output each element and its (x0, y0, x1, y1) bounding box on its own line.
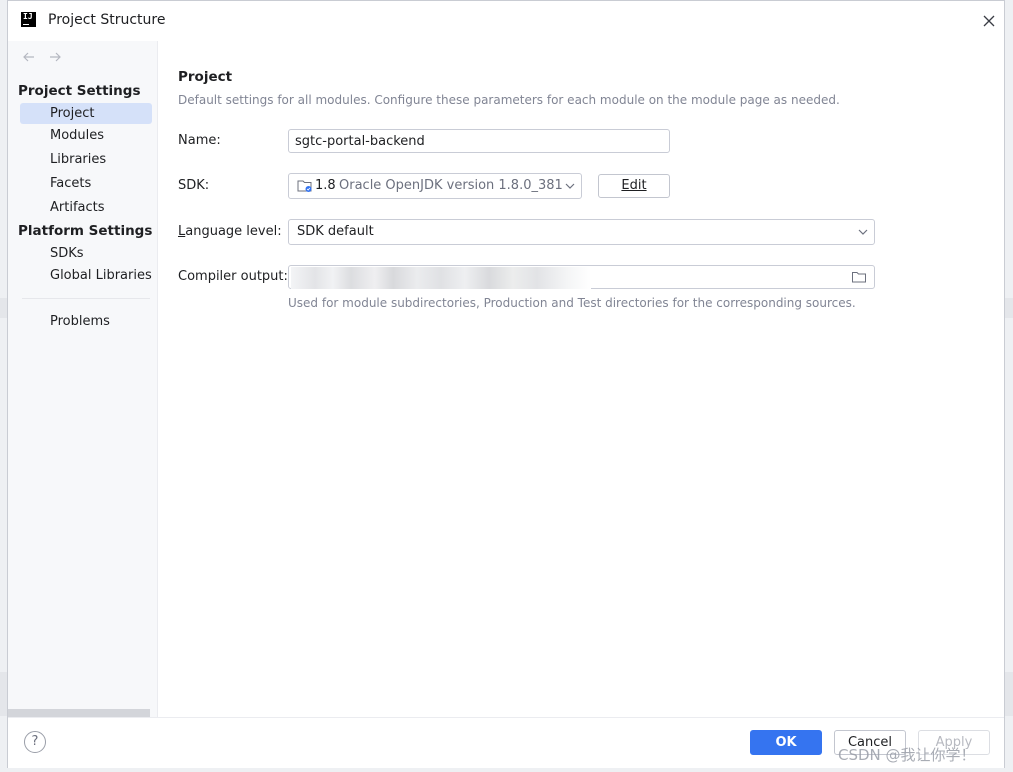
sdk-dropdown[interactable]: 1.8 Oracle OpenJDK version 1.8.0_381 (288, 173, 582, 199)
sidebar-divider (22, 298, 150, 299)
language-level-label: Language level: (178, 224, 282, 239)
sidebar-horizontal-scrollbar[interactable] (8, 709, 150, 717)
chevron-down-icon (565, 183, 575, 189)
project-structure-dialog: IJ Project Structure Project Settings Pr… (7, 0, 1005, 768)
sidebar-item-problems[interactable]: Problems (20, 311, 152, 332)
sdk-description: Oracle OpenJDK version 1.8.0_381 (339, 178, 563, 193)
sidebar-item-label: Facets (50, 176, 92, 191)
sidebar-item-label: Problems (50, 314, 110, 329)
sidebar-item-modules[interactable]: Modules (20, 125, 152, 146)
sidebar-item-project[interactable]: Project (20, 103, 152, 124)
page-title: Project (178, 69, 233, 85)
platform-settings-header: Platform Settings (18, 223, 153, 239)
folder-icon[interactable] (851, 270, 867, 284)
sidebar-item-facets[interactable]: Facets (20, 173, 152, 194)
sidebar-item-label: SDKs (50, 246, 84, 261)
chevron-down-icon (858, 229, 868, 235)
sidebar-item-sdks[interactable]: SDKs (20, 243, 152, 264)
intellij-logo-icon: IJ (21, 12, 36, 27)
window-title: Project Structure (48, 12, 166, 28)
sidebar-item-label: Modules (50, 128, 105, 143)
csdn-watermark: CSDN @我让你学！ (838, 746, 976, 764)
name-label: Name: (178, 133, 221, 148)
sdk-version: 1.8 (315, 178, 336, 193)
compiler-output-hint: Used for module subdirectories, Producti… (288, 296, 856, 310)
sdk-label: SDK: (178, 178, 210, 193)
sidebar-item-label: Libraries (50, 152, 107, 167)
redacted-path (291, 267, 591, 289)
jdk-folder-icon (297, 180, 312, 192)
sidebar-item-artifacts[interactable]: Artifacts (20, 197, 152, 218)
page-description: Default settings for all modules. Config… (178, 93, 840, 107)
sidebar-item-label: Project (50, 106, 95, 121)
help-button[interactable]: ? (24, 731, 46, 753)
compiler-output-label: Compiler output: (178, 269, 288, 284)
back-arrow-icon[interactable] (21, 49, 37, 65)
ok-button[interactable]: OK (750, 730, 822, 755)
compiler-output-input[interactable] (288, 265, 875, 289)
language-level-dropdown[interactable]: SDK default (288, 219, 875, 245)
sidebar: Project Settings Project Modules Librari… (8, 41, 158, 717)
language-level-value: SDK default (297, 224, 374, 239)
title-bar: IJ Project Structure (8, 1, 1004, 41)
close-icon[interactable] (980, 12, 998, 30)
sidebar-item-libraries[interactable]: Libraries (20, 149, 152, 170)
project-settings-panel: Project Default settings for all modules… (158, 41, 1004, 717)
sidebar-item-label: Global Libraries (50, 268, 152, 283)
project-settings-header: Project Settings (18, 83, 141, 99)
forward-arrow-icon[interactable] (47, 49, 63, 65)
edit-sdk-button[interactable]: Edit (598, 174, 670, 198)
sidebar-item-label: Artifacts (50, 200, 105, 215)
sidebar-item-global-libraries[interactable]: Global Libraries (20, 265, 152, 286)
edit-button-label: Edit (621, 178, 647, 193)
project-name-input[interactable] (288, 129, 670, 153)
